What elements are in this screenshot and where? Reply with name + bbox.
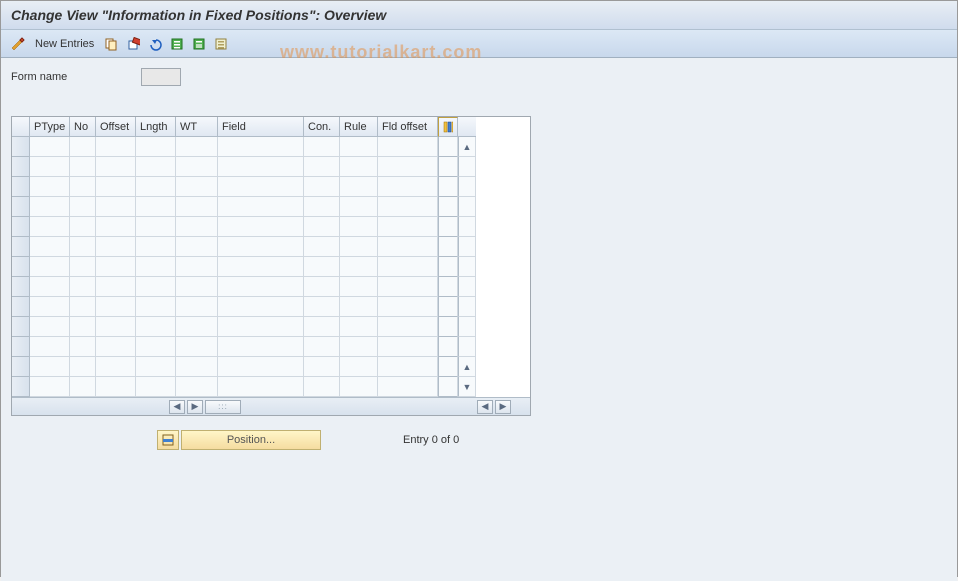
select-block-icon[interactable] — [190, 35, 208, 53]
data-grid: PType No Offset Lngth WT Field Con. Rule… — [11, 116, 531, 416]
row-selector-header[interactable] — [12, 117, 30, 137]
content-area: Form name PType No Offset Lngth WT Field… — [1, 58, 957, 581]
page-title: Change View "Information in Fixed Positi… — [1, 1, 957, 30]
hscroll-thumb[interactable]: ::: — [205, 400, 241, 414]
col-ptype[interactable]: PType — [30, 117, 70, 137]
table-row[interactable] — [12, 297, 530, 317]
select-all-icon[interactable] — [168, 35, 186, 53]
table-row[interactable]: ▲ — [12, 137, 530, 157]
hscroll-left-icon[interactable]: ◀ — [169, 400, 185, 414]
hscroll-right2-icon[interactable]: ▶ — [495, 400, 511, 414]
col-field[interactable]: Field — [218, 117, 304, 137]
table-row[interactable] — [12, 277, 530, 297]
table-row[interactable] — [12, 157, 530, 177]
table-row[interactable] — [12, 217, 530, 237]
copy-icon[interactable] — [102, 35, 120, 53]
position-button[interactable]: Position... — [181, 430, 321, 450]
toggle-mode-icon[interactable] — [9, 35, 27, 53]
table-row[interactable] — [12, 337, 530, 357]
grid-header: PType No Offset Lngth WT Field Con. Rule… — [12, 117, 530, 137]
col-offset[interactable]: Offset — [96, 117, 136, 137]
col-con[interactable]: Con. — [304, 117, 340, 137]
position-icon[interactable] — [157, 430, 179, 450]
col-fldoffset[interactable]: Fld offset — [378, 117, 438, 137]
col-wt[interactable]: WT — [176, 117, 218, 137]
new-entries-button[interactable]: New Entries — [35, 38, 94, 50]
hscroll-left2-icon[interactable]: ◀ — [477, 400, 493, 414]
scroll-down-icon[interactable]: ▼ — [458, 377, 476, 397]
delete-icon[interactable] — [124, 35, 142, 53]
col-rule[interactable]: Rule — [340, 117, 378, 137]
col-no[interactable]: No — [70, 117, 96, 137]
hscroll-bar: ◀ ▶ ::: ◀ ▶ — [12, 397, 530, 415]
form-name-field[interactable] — [141, 68, 181, 86]
table-row[interactable] — [12, 237, 530, 257]
table-row[interactable]: ▲ — [12, 357, 530, 377]
scroll-up-icon[interactable]: ▲ — [458, 137, 476, 157]
undo-icon[interactable] — [146, 35, 164, 53]
configure-columns-icon[interactable] — [438, 117, 458, 137]
hscroll-right-icon[interactable]: ▶ — [187, 400, 203, 414]
col-lngth[interactable]: Lngth — [136, 117, 176, 137]
table-row[interactable] — [12, 197, 530, 217]
toolbar: New Entries — [1, 30, 957, 58]
scroll-track[interactable] — [458, 157, 476, 177]
entry-status: Entry 0 of 0 — [403, 434, 459, 446]
grid-footer: Position... Entry 0 of 0 — [11, 430, 947, 450]
table-row[interactable] — [12, 317, 530, 337]
table-row[interactable] — [12, 177, 530, 197]
form-name-label: Form name — [11, 71, 131, 83]
form-name-row: Form name — [11, 68, 947, 86]
deselect-all-icon[interactable] — [212, 35, 230, 53]
vscroll-gap — [458, 117, 476, 137]
table-row[interactable] — [12, 257, 530, 277]
scroll-up2-icon[interactable]: ▲ — [458, 357, 476, 377]
table-row[interactable]: ▼ — [12, 377, 530, 397]
